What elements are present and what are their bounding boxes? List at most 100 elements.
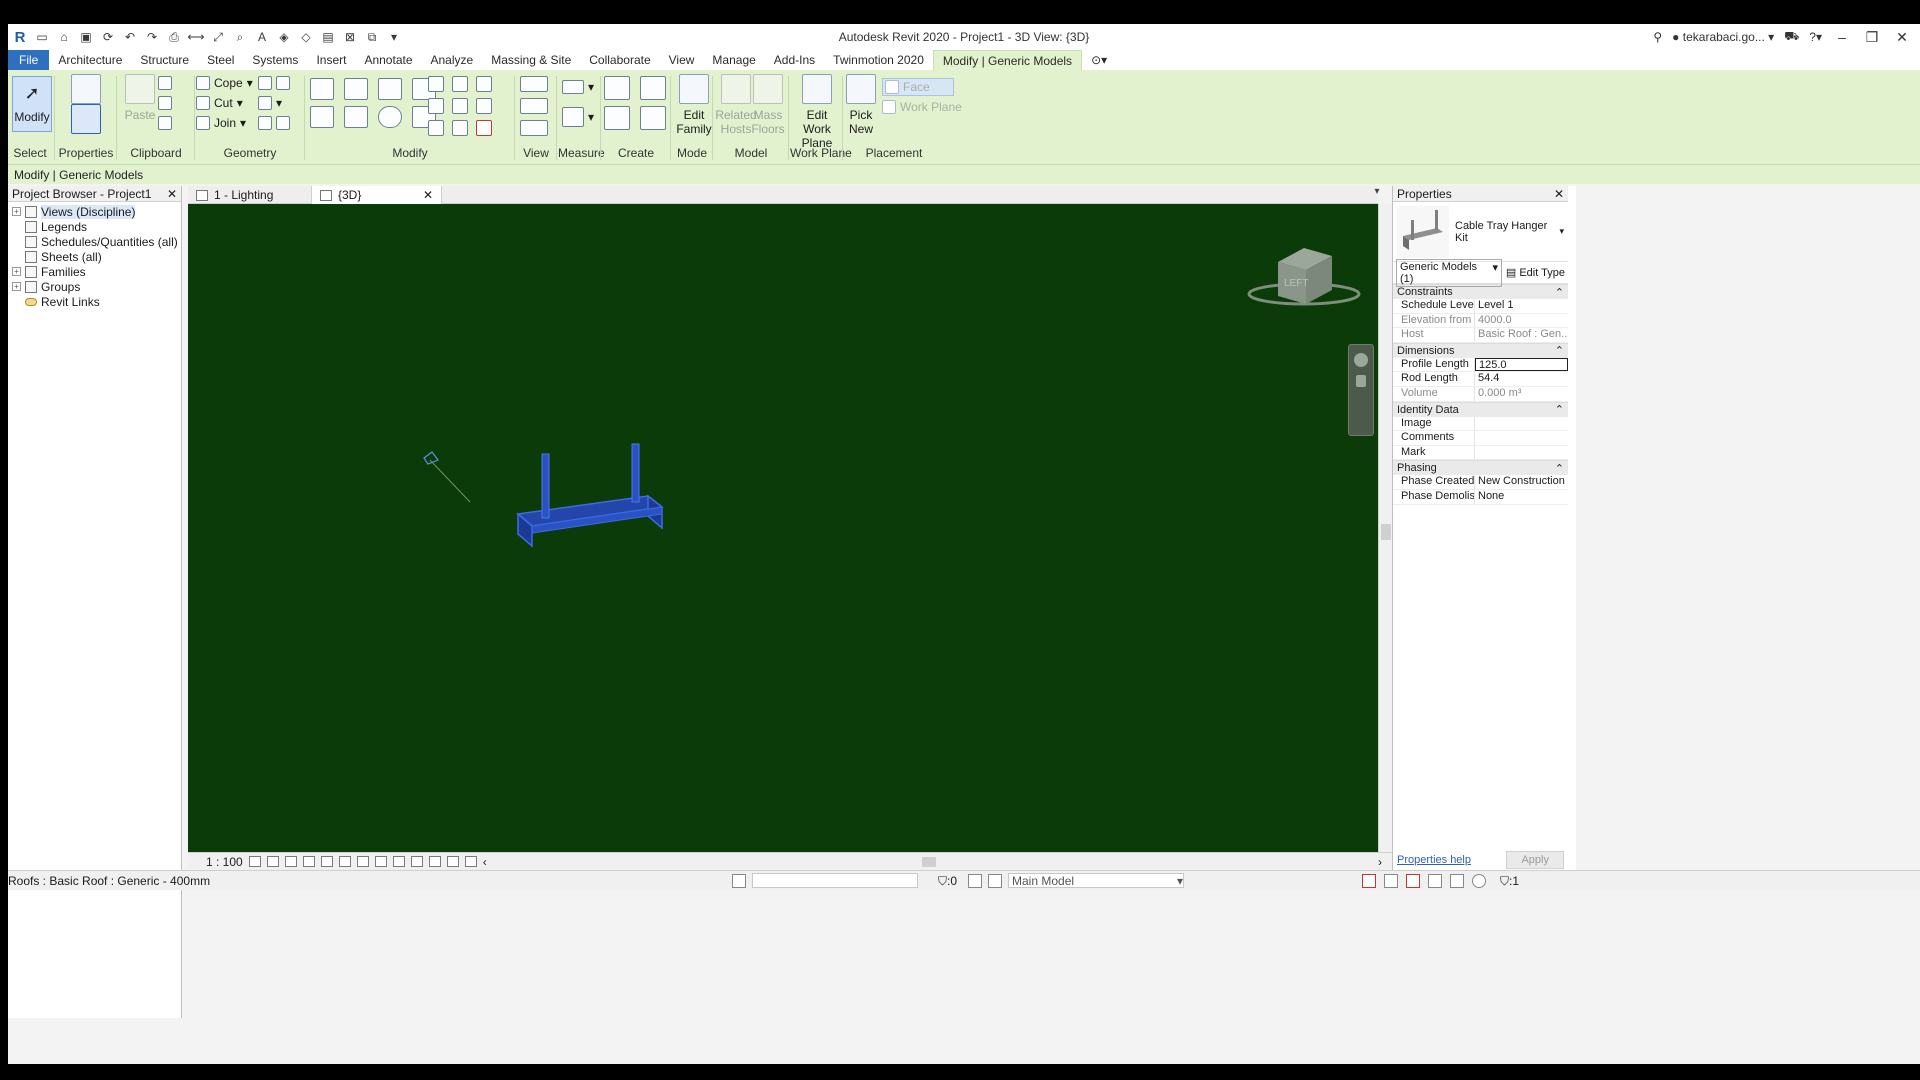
- drag-on-selection-icon[interactable]: [1450, 874, 1464, 888]
- revit-logo-icon[interactable]: R: [12, 29, 28, 46]
- cut-clipboard-button[interactable]: [158, 74, 172, 92]
- select-underlay-icon[interactable]: [1384, 874, 1398, 888]
- prop-value[interactable]: [1475, 446, 1568, 460]
- ribbon-minimize-toggle[interactable]: ⊙▾: [1082, 50, 1116, 70]
- join-button[interactable]: Join ▾: [196, 114, 246, 132]
- sun-path-icon[interactable]: [284, 856, 297, 867]
- prop-row-rod-length[interactable]: Rod Length 54.4: [1393, 372, 1568, 387]
- steering-wheel-icon[interactable]: [1354, 353, 1368, 367]
- editing-requests-icon[interactable]: [988, 874, 1002, 888]
- scroll-right-icon[interactable]: ›: [1378, 855, 1382, 869]
- prop-row-mark[interactable]: Mark: [1393, 445, 1568, 461]
- measure-between-button[interactable]: ▾: [562, 78, 594, 96]
- design-options-icon[interactable]: [968, 874, 982, 888]
- detail-level-icon[interactable]: [248, 856, 261, 867]
- cope-button[interactable]: Cope ▾: [196, 74, 253, 92]
- tab-file[interactable]: File: [8, 50, 50, 70]
- hide-in-view-icon[interactable]: [520, 76, 548, 92]
- unpin-icon[interactable]: [476, 76, 492, 92]
- tab-structure[interactable]: Structure: [131, 50, 198, 70]
- zoom-icon[interactable]: [1356, 375, 1366, 387]
- trim-extend-multiple-icon[interactable]: [452, 120, 468, 136]
- viewport-vertical-scrollbar[interactable]: [1378, 204, 1392, 852]
- create-group-icon[interactable]: [604, 106, 630, 130]
- prop-value[interactable]: [1475, 431, 1568, 445]
- group-identity-data[interactable]: Identity Data ⌃: [1393, 401, 1568, 417]
- tree-item-sheets[interactable]: Sheets (all): [12, 249, 181, 264]
- select-pinned-icon[interactable]: [1406, 874, 1420, 888]
- delete-icon[interactable]: [476, 120, 492, 136]
- tab-analyze[interactable]: Analyze: [422, 50, 483, 70]
- linework-icon[interactable]: [520, 120, 548, 136]
- print-icon[interactable]: ⎙: [166, 29, 182, 45]
- restore-button[interactable]: ❐: [1862, 29, 1882, 46]
- thin-lines-icon[interactable]: ▤: [320, 29, 336, 45]
- type-properties-button[interactable]: [64, 74, 108, 108]
- cart-icon[interactable]: ⛟: [1784, 29, 1799, 45]
- properties-palette-button[interactable]: [64, 104, 108, 138]
- instance-filter-dropdown[interactable]: Generic Models (1) ▾: [1396, 258, 1502, 287]
- view-tab-lighting[interactable]: 1 - Lighting: [188, 186, 312, 204]
- reveal-hidden-icon[interactable]: [410, 856, 423, 867]
- chevron-down-icon[interactable]: ▾: [1559, 226, 1564, 237]
- save-icon[interactable]: ▣: [78, 29, 94, 45]
- user-account[interactable]: ● tekarabaci.go... ▾: [1672, 30, 1774, 44]
- unlocked-3d-icon[interactable]: [374, 856, 387, 867]
- dimension-icon[interactable]: ⤢: [210, 29, 226, 45]
- prop-row-profile-length[interactable]: Profile Length 125.0: [1393, 357, 1568, 373]
- tab-architecture[interactable]: Architecture: [49, 50, 131, 70]
- folder-icon[interactable]: ⌂: [56, 29, 72, 45]
- expand-icon[interactable]: +: [12, 267, 21, 276]
- cable-tray-hanger-kit[interactable]: [516, 443, 664, 548]
- create-assembly-icon[interactable]: [604, 76, 630, 100]
- create-parts-icon[interactable]: [640, 76, 666, 100]
- tab-twinmotion[interactable]: Twinmotion 2020: [824, 50, 933, 70]
- edit-type-button[interactable]: ▤ Edit Type: [1506, 266, 1565, 279]
- view-cube[interactable]: LEFT: [1247, 248, 1361, 306]
- tab-add-ins[interactable]: Add-Ins: [765, 50, 824, 70]
- demolish-button[interactable]: [258, 114, 290, 132]
- paint-button[interactable]: ▾: [258, 94, 282, 112]
- group-dimensions[interactable]: Dimensions ⌃: [1393, 342, 1568, 358]
- rod-length-input[interactable]: 54.4: [1475, 372, 1568, 386]
- split-element-icon[interactable]: [428, 76, 444, 92]
- measure-icon[interactable]: ⟷: [187, 29, 204, 45]
- tree-item-legends[interactable]: Legends: [12, 219, 181, 234]
- tab-view[interactable]: View: [660, 50, 704, 70]
- tab-massing-site[interactable]: Massing & Site: [482, 50, 580, 70]
- text-icon[interactable]: A: [254, 29, 270, 45]
- customize-qat-icon[interactable]: ▾: [386, 29, 402, 45]
- copy-clipboard-button[interactable]: [158, 94, 172, 112]
- tab-steel[interactable]: Steel: [198, 50, 243, 70]
- offset-icon[interactable]: [344, 78, 368, 100]
- face-placement-button[interactable]: Face: [882, 78, 954, 96]
- redo-icon[interactable]: ↷: [144, 29, 160, 45]
- expand-icon[interactable]: +: [12, 282, 21, 291]
- tree-item-groups[interactable]: + Groups: [12, 279, 181, 294]
- undo-icon[interactable]: ↶: [122, 29, 138, 45]
- close-icon[interactable]: ✕: [423, 188, 433, 202]
- panel-select-label[interactable]: Select: [8, 146, 52, 160]
- prop-value[interactable]: Level 1: [1475, 299, 1568, 313]
- sync-icon[interactable]: ⟳: [100, 29, 116, 45]
- override-graphics-icon[interactable]: [520, 98, 548, 114]
- tree-item-families[interactable]: + Families: [12, 264, 181, 279]
- prop-value[interactable]: None: [1475, 490, 1568, 504]
- scale-icon[interactable]: [452, 98, 468, 114]
- aligned-dimension-button[interactable]: ▾: [562, 107, 594, 127]
- temporary-hide-icon[interactable]: [392, 856, 405, 867]
- tab-insert[interactable]: Insert: [307, 50, 355, 70]
- tab-collaborate[interactable]: Collaborate: [580, 50, 659, 70]
- pin-icon[interactable]: [476, 98, 492, 114]
- 3d-viewport[interactable]: LEFT: [188, 204, 1378, 852]
- edit-work-plane-button[interactable]: Edit Work Plane: [792, 74, 842, 150]
- mass-floors-button[interactable]: Mass Floors: [750, 74, 786, 136]
- cut-geometry-button[interactable]: Cut ▾: [196, 94, 243, 112]
- prop-value[interactable]: [1475, 417, 1568, 431]
- visual-style-icon[interactable]: [266, 856, 279, 867]
- minimize-button[interactable]: –: [1832, 29, 1852, 45]
- match-type-button[interactable]: [158, 114, 172, 132]
- expand-icon[interactable]: +: [12, 207, 21, 216]
- tab-manage[interactable]: Manage: [703, 50, 764, 70]
- prop-row-image[interactable]: Image: [1393, 416, 1568, 432]
